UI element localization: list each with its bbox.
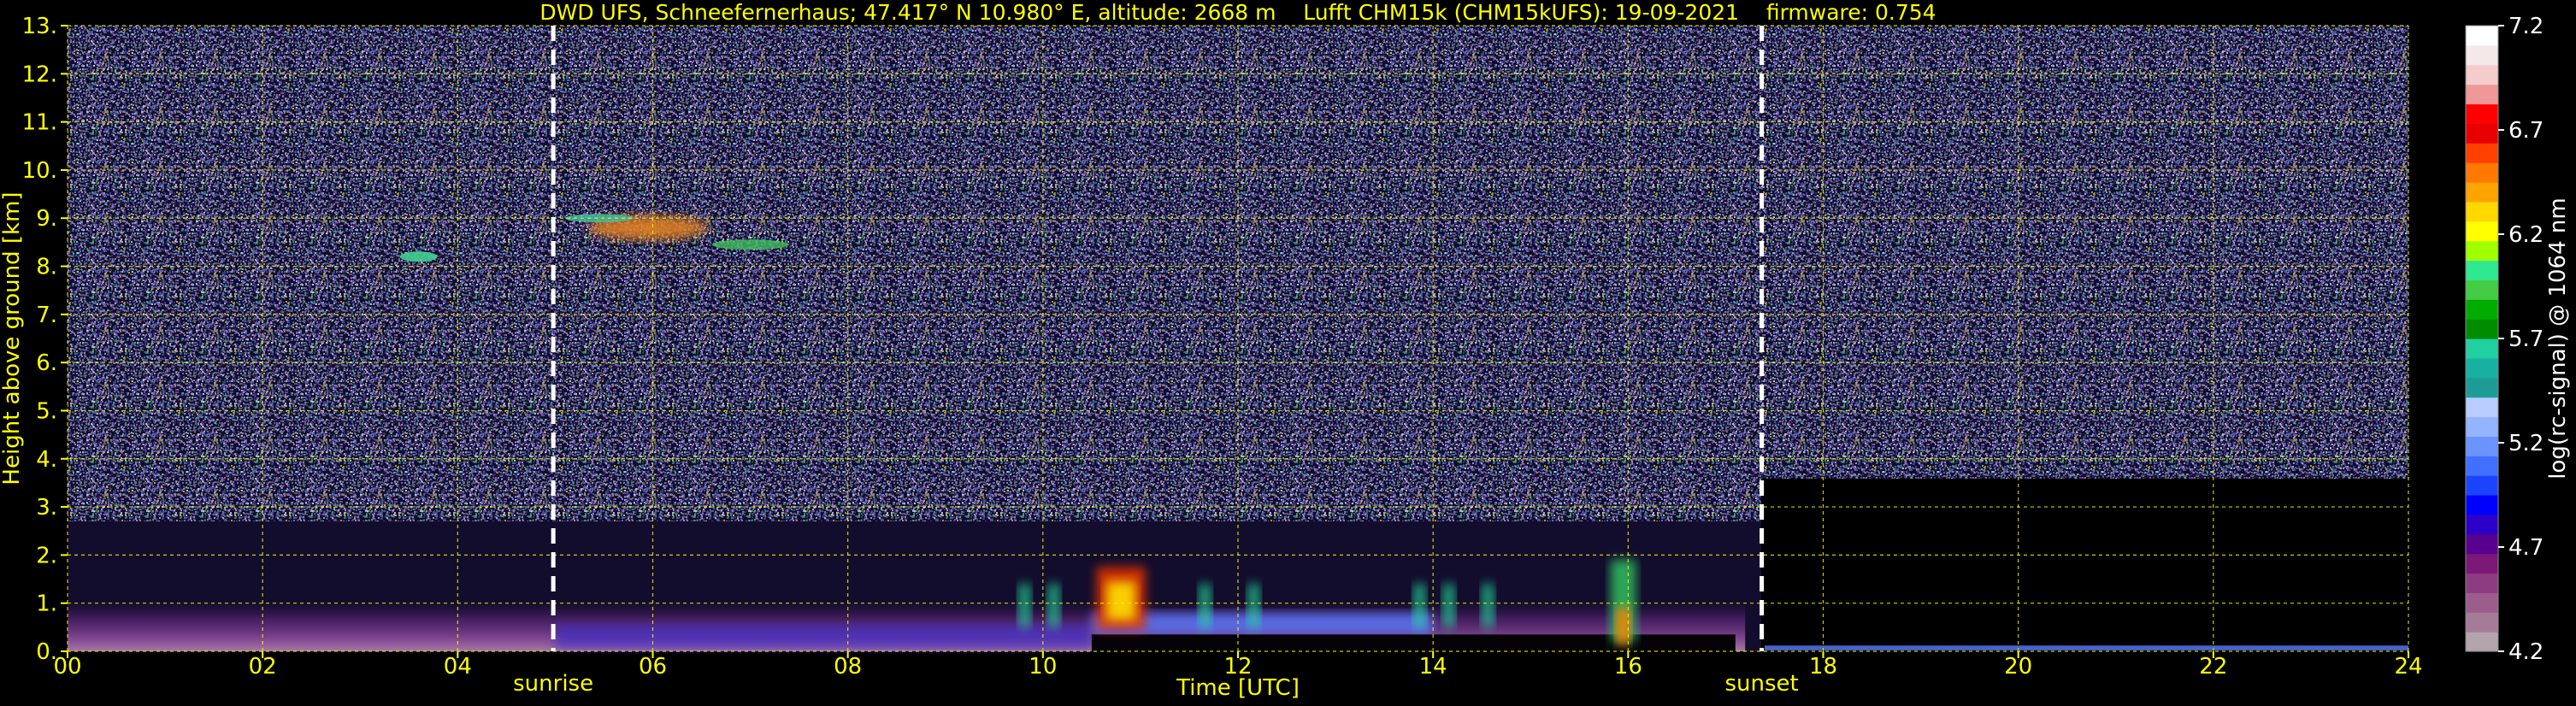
colorbar-swatch [2466, 514, 2498, 535]
night-surface-layer [1765, 645, 2408, 650]
colorbar-swatch [2466, 123, 2498, 144]
cirrus-cloud [399, 251, 438, 262]
aerosol-layer [555, 625, 1092, 650]
y-tick-label: 7. [36, 303, 57, 328]
colorbar-swatch [2466, 416, 2498, 437]
x-tick-label: 22 [2199, 654, 2227, 680]
colorbar-swatch [2466, 84, 2498, 105]
colorbar-swatch [2466, 143, 2498, 163]
colorbar-swatch [2466, 456, 2498, 476]
colorbar-swatch [2466, 436, 2498, 456]
colorbar-swatch [2466, 553, 2498, 574]
dark-surface-band [1091, 634, 1736, 651]
y-tick-label: 1. [36, 591, 57, 617]
colorbar-swatch [2466, 319, 2498, 339]
colorbar-swatch [2466, 397, 2498, 418]
y-axis: 0.1.2.3.4.5.6.7.8.9.10.11.12.13. [22, 14, 68, 665]
colorbar-swatch [2466, 260, 2498, 280]
colorbar-swatch [2466, 632, 2498, 652]
chart-title: DWD UFS, Schneefernerhaus; 47.417° N 10.… [539, 0, 1936, 25]
colorbar-swatch [2466, 495, 2498, 515]
colorbar-swatch [2466, 221, 2498, 242]
cirrus-cloud [711, 239, 789, 250]
x-tick-label: 18 [1809, 654, 1837, 680]
colorbar-swatch [2466, 201, 2498, 222]
colorbar-tick-label: 6.2 [2508, 222, 2544, 248]
y-tick-label: 9. [36, 206, 57, 232]
sunset-label: sunset [1725, 671, 1799, 697]
colorbar-swatch [2466, 592, 2498, 613]
x-tick-label: 14 [1419, 654, 1447, 680]
cloud-patch [1413, 584, 1426, 627]
colorbar-swatch [2466, 612, 2498, 632]
colorbar-swatch [2466, 240, 2498, 262]
low-cloud-core [1616, 608, 1630, 644]
colorbar-swatch [2466, 475, 2498, 496]
x-tick-label: 08 [834, 654, 862, 680]
colorbar-swatch [2466, 64, 2498, 85]
colorbar-tick-label: 6.7 [2508, 118, 2544, 144]
colorbar-swatch [2466, 162, 2498, 183]
x-axis-label: Time [UTC] [1176, 675, 1300, 701]
x-tick-label: 04 [444, 654, 472, 680]
y-tick-label: 4. [36, 447, 57, 473]
low-cloud-core [1105, 581, 1136, 621]
colorbar-tick-label: 4.2 [2508, 639, 2544, 665]
colorbar-swatch [2466, 357, 2498, 379]
y-tick-label: 5. [36, 398, 57, 424]
colorbar-tick-label: 5.2 [2508, 431, 2544, 456]
sunrise-label: sunrise [513, 671, 593, 697]
y-tick-label: 8. [36, 255, 57, 280]
x-tick-label: 24 [2394, 654, 2422, 680]
x-tick-label: 20 [2004, 654, 2032, 680]
y-tick-label: 10. [22, 158, 57, 184]
colorbar-swatch [2466, 44, 2498, 66]
x-tick-label: 00 [53, 654, 81, 680]
x-tick-label: 06 [639, 654, 667, 680]
cloud-patch [1482, 584, 1494, 627]
colorbar-label: log(rc-signal) @ 1064 nm [2545, 197, 2571, 479]
cloud-patch [1199, 584, 1211, 627]
cloud-patch [1018, 584, 1031, 627]
colorbar-tick-label: 4.7 [2508, 535, 2544, 561]
colorbar-swatch [2466, 338, 2498, 359]
colorbar-tick-label: 7.2 [2508, 14, 2544, 39]
y-axis-label: Height above ground [km] [0, 191, 25, 485]
ceilometer-chart: DWD UFS, Schneefernerhaus; 47.417° N 10.… [0, 0, 2571, 701]
cloud-patch [1047, 584, 1060, 627]
y-tick-label: 6. [36, 350, 57, 376]
cloud-patch [1247, 584, 1260, 627]
colorbar-tick-label: 5.7 [2508, 327, 2544, 352]
colorbar-swatch [2466, 26, 2498, 46]
x-tick-label: 10 [1029, 654, 1057, 680]
cloud-patch [1442, 584, 1455, 627]
y-tick-label: 12. [22, 62, 57, 87]
colorbar-swatch [2466, 377, 2498, 398]
colorbar: 4.2 4.7 5.2 5.7 6.2 6.7 7.2 [2465, 14, 2544, 665]
plot-area [67, 25, 2409, 652]
colorbar-swatch [2466, 533, 2498, 555]
colorbar-swatch [2466, 279, 2498, 300]
colorbar-swatch [2466, 182, 2498, 203]
colorbar-swatch [2466, 103, 2498, 124]
night-clear-region [1761, 479, 2408, 651]
y-tick-label: 2. [36, 543, 57, 568]
colorbar-swatch [2466, 299, 2498, 320]
y-tick-label: 11. [22, 110, 57, 136]
y-tick-label: 3. [36, 495, 57, 521]
y-tick-label: 13. [22, 14, 57, 39]
x-tick-label: 16 [1614, 654, 1642, 680]
colorbar-swatch [2466, 573, 2498, 593]
x-tick-label: 02 [249, 654, 277, 680]
